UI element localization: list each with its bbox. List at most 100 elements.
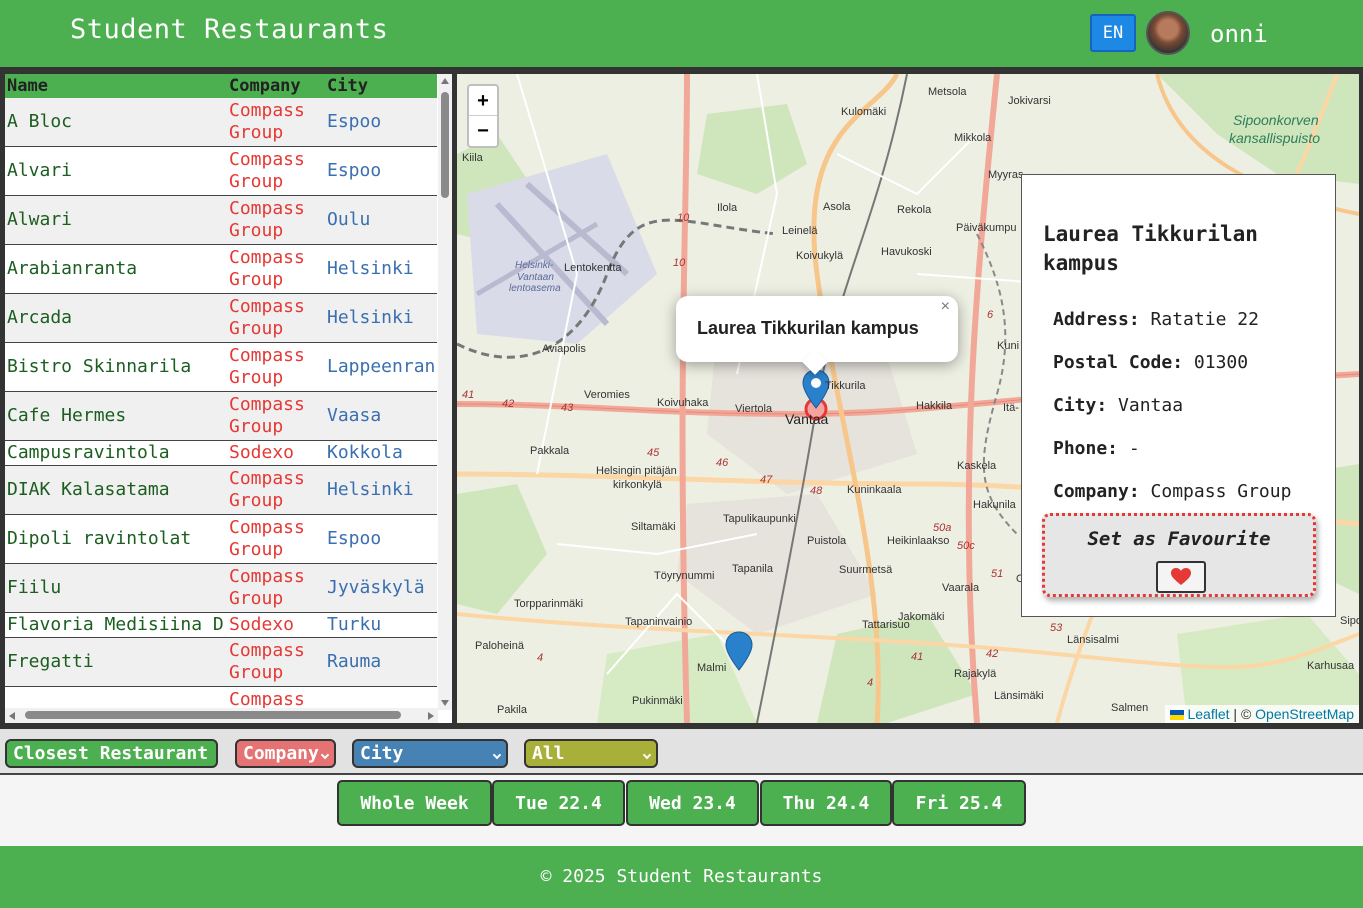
map-label: Karhusaa [1307,660,1355,672]
table-row[interactable]: Arabianranta Compass Group Helsinki [5,245,437,294]
map-label: Suurmetsä [839,564,893,576]
app-title: Student Restaurants [70,14,389,45]
map-label: Itä- [1003,402,1019,414]
wed-button[interactable]: Wed 23.4 [626,780,759,826]
scroll-up-icon[interactable] [441,78,449,84]
cell-name: Cafe Hermes [7,405,127,426]
cell-city: Turku [327,614,382,635]
road-number: 42 [986,648,999,660]
table-row[interactable]: Alwari Compass Group Oulu [5,196,437,245]
vertical-scrollbar[interactable] [438,74,452,710]
road-number: 50a [933,522,952,534]
cell-city: Espoo [327,111,382,132]
address-label: Address: [1053,309,1140,330]
map-label: Myyras [988,169,1024,181]
horizontal-scroll-thumb[interactable] [25,711,401,719]
cell-city: Espoo [327,160,382,181]
table-row[interactable]: Fiilu Compass Group Jyväskylä [5,564,437,613]
map-label: lentoasema [509,283,561,294]
column-header-name[interactable]: Name [7,76,48,96]
table-row[interactable]: Arcada Compass Group Helsinki [5,294,437,343]
road-number: 6 [987,309,994,321]
table-row[interactable]: Campusravintola Sodexo Kokkola [5,441,437,466]
map-label: Tikkurila [825,380,866,392]
map-label: Metsola [928,86,967,98]
cell-name: Alwari [7,209,73,230]
phone-label: Phone: [1053,438,1119,459]
cell-name: Fregatti [7,651,94,672]
vertical-scroll-thumb[interactable] [441,92,449,198]
address-line: Address: Ratatie 22 [1053,309,1259,330]
cell-company: Sodexo [229,614,295,635]
table-row[interactable]: Alvari Compass Group Espoo [5,147,437,196]
company-select[interactable]: Company [235,739,336,768]
map-label: Helsinki- [515,260,554,271]
whole-week-button[interactable]: Whole Week [337,780,492,826]
zoom-in-button[interactable]: + [469,86,497,116]
table-row[interactable]: Flavoria Medisiina D Sodexo Turku [5,613,437,638]
table-row[interactable]: Dipoli ravintolat Compass Group Espoo [5,515,437,564]
day-filter-select[interactable]: All [524,739,658,768]
cell-name: Alvari [7,160,73,181]
map-label: Kuni [997,340,1020,352]
cell-city: Jyväskylä [327,577,425,598]
map-label: Sipoonkorven [1233,112,1319,128]
table-row[interactable]: A Bloc Compass Group Espoo [5,98,437,147]
map-label: Länsisalmi [1067,634,1119,646]
scroll-left-icon[interactable] [9,712,15,720]
filter-bar: Closest Restaurant Company City All [0,729,1363,775]
city-value: Vantaa [1118,395,1184,416]
road-number: 10 [677,212,690,224]
map-label: Kaskela [957,460,997,472]
map-label: Paloheinä [475,640,524,652]
zoom-out-button[interactable]: − [469,116,497,146]
horizontal-scrollbar[interactable] [5,708,438,723]
map-label: Heikinlaakso [887,535,950,547]
day-buttons: Whole Week Tue 22.4 Wed 23.4 Thu 24.4 Fr… [0,777,1363,846]
day-filter-value: All [532,743,565,764]
thu-button[interactable]: Thu 24.4 [760,780,892,826]
cell-company: Compass Group [229,517,305,560]
address-value: Ratatie 22 [1150,309,1259,330]
osm-link[interactable]: OpenStreetMap [1255,706,1354,722]
language-button[interactable]: EN [1090,14,1136,52]
fri-button[interactable]: Fri 25.4 [892,780,1026,826]
favourite-button[interactable] [1156,561,1206,593]
map-label: Lentokentta [564,262,622,274]
map-label: Vantaa [785,411,829,427]
column-header-company[interactable]: Company [229,76,301,96]
road-number: 41 [911,651,924,663]
chevron-down-icon [320,750,330,760]
table-row[interactable]: Fregatti Compass Group Rauma [5,638,437,687]
map-label: Kulomäki [841,106,887,118]
city-select[interactable]: City [352,739,508,768]
table-row[interactable]: Bistro Skinnarila Compass Group Lappeenran [5,343,437,392]
table-row[interactable]: Cafe Hermes Compass Group Vaasa [5,392,437,441]
close-icon[interactable]: × [941,298,950,316]
cell-name: Fiilu [7,577,62,598]
map-label: Pakila [497,704,527,716]
cell-name: Bistro Skinnarila [7,356,192,377]
road-number: 46 [716,457,729,469]
tue-button[interactable]: Tue 22.4 [492,780,625,826]
city-select-value: City [360,743,404,764]
map-label: Kuninkaala [847,484,902,496]
avatar[interactable] [1146,11,1190,55]
closest-restaurant-button[interactable]: Closest Restaurant [5,739,218,768]
map-label: Länsimäki [994,690,1044,702]
map-label: Havukoski [881,246,932,258]
flag-icon [1170,710,1185,720]
company-value: Compass Group [1150,481,1292,502]
scroll-down-icon[interactable] [441,700,449,706]
scroll-right-icon[interactable] [428,712,434,720]
phone-line: Phone: - [1053,438,1140,459]
table-row[interactable]: DIAK Kalasatama Compass Group Helsinki [5,466,437,515]
company-label: Company: [1053,481,1140,502]
map-label: Koivuhaka [657,397,709,409]
column-header-city[interactable]: City [327,76,368,96]
map-label: Leinelä [782,225,818,237]
map-label: Sipo [1340,615,1359,627]
road-number: 43 [561,402,574,414]
cell-city: Vaasa [327,405,382,426]
leaflet-link[interactable]: Leaflet [1187,706,1229,722]
